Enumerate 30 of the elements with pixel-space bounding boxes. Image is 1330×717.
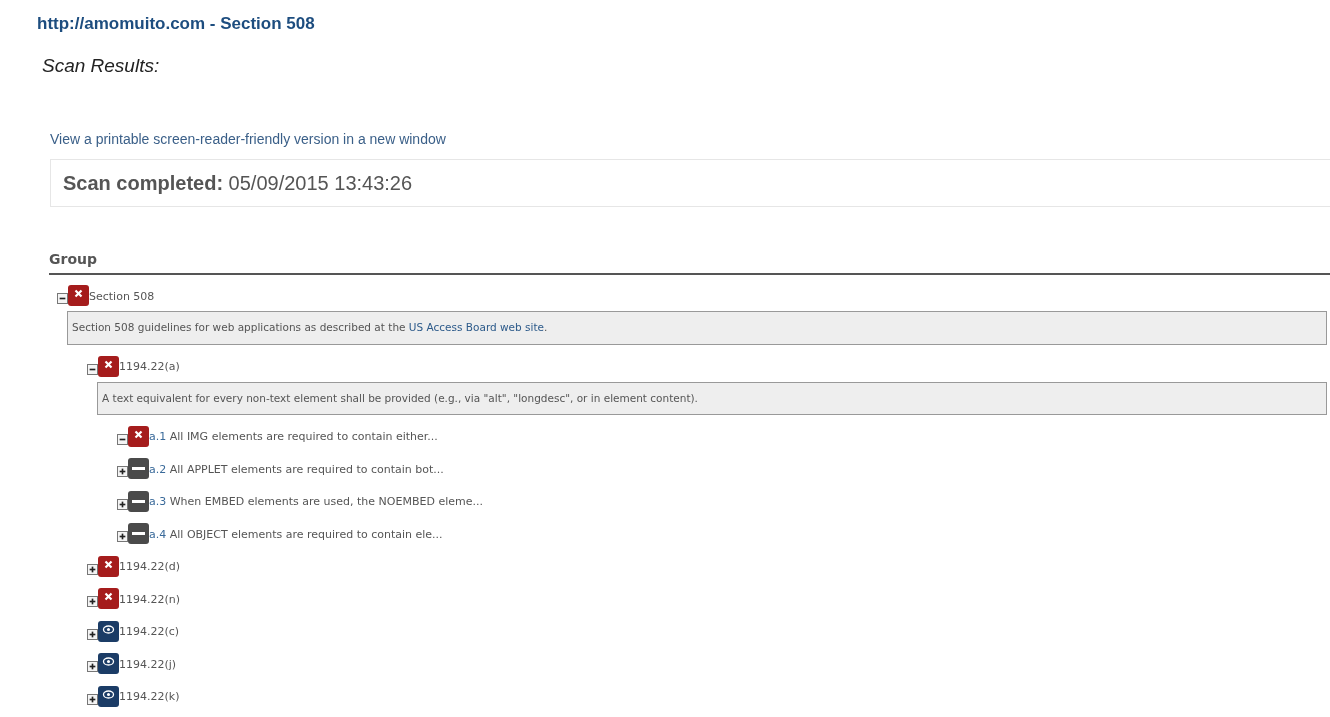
description-text: A text equivalent for every non-text element shall be provided (e.g., via "alt", "longdesc", or in element content). [97,381,1327,416]
access-board-link[interactable]: US Access Board web site [408,321,545,334]
tree-item-label[interactable]: a.1 All IMG elements are required to contain either... [149,429,438,446]
page-title: http://amomuito.com - Section 508 [37,14,316,35]
collapse-icon[interactable] [57,293,68,305]
collapse-icon[interactable] [87,363,98,375]
expand-icon[interactable] [117,498,128,510]
expand-icon[interactable] [117,466,128,478]
tree-item-label[interactable]: a.3 When EMBED elements are used, the NOEMBED eleme... [149,494,483,511]
expand-icon[interactable] [87,596,98,608]
printable-version-link[interactable]: View a printable screen-reader-friendly version in a new window [50,128,446,150]
tree-item-label[interactable]: 1194.22(j) [119,656,177,674]
tree-item-label[interactable]: 1194.22(k) [119,689,180,706]
collapse-icon[interactable] [117,433,128,445]
tree-item-label[interactable]: 1194.22(a) [119,359,180,376]
tree-item-label[interactable]: 1194.22(d) [119,559,181,576]
scan-completed-text: Scan completed: 05/09/2015 13:43:26 [50,158,1330,207]
tree-item-label[interactable]: 1194.22(n) [119,591,181,609]
expand-icon[interactable] [87,693,98,705]
expand-icon[interactable] [117,531,128,543]
description-text: Section 508 guidelines for web applications as described at the US Access Board web site. [67,311,1327,346]
expand-icon[interactable] [87,563,98,575]
tree-item-label[interactable]: 1194.22(c) [119,624,180,641]
tree-item-label[interactable]: a.2 All APPLET elements are required to contain bot... [149,461,444,479]
expand-icon[interactable] [87,628,98,640]
tree-item-label[interactable]: Section 508 [89,288,155,306]
column-header: Group [49,248,1330,275]
section-heading: Scan Results: [42,54,161,79]
tree-item-label[interactable]: a.4 All OBJECT elements are required to contain ele... [149,526,443,544]
expand-icon[interactable] [87,661,98,673]
